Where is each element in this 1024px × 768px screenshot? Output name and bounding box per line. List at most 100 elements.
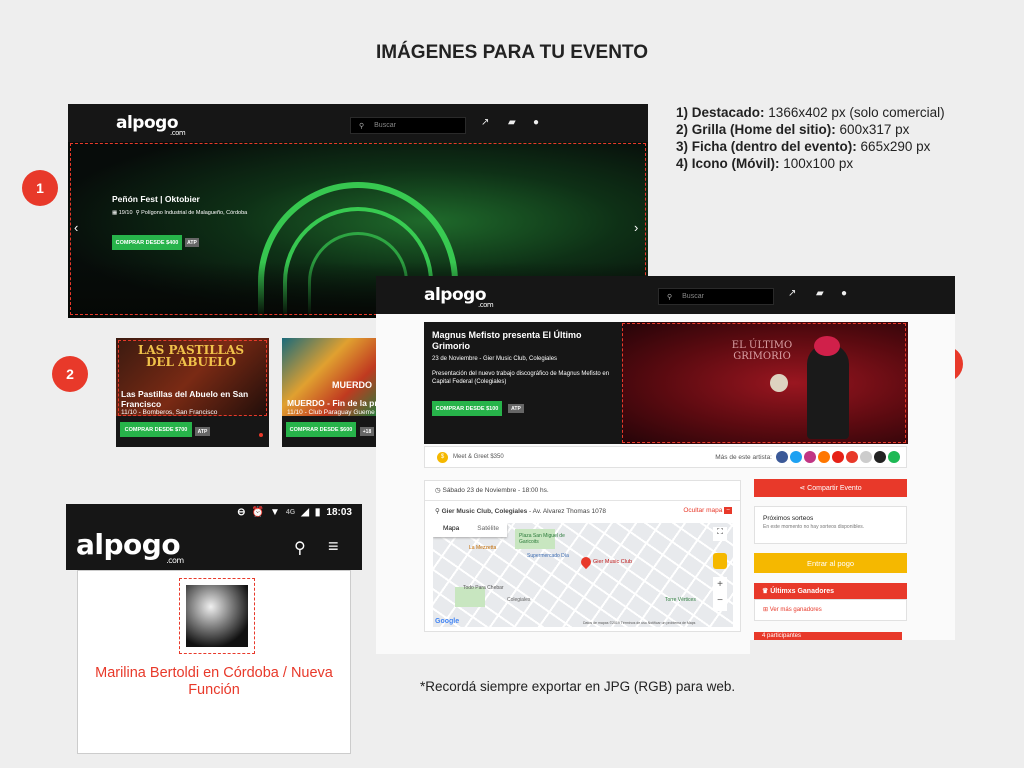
search-input[interactable]: ⚲ Buscar: [350, 117, 466, 134]
dnd-icon: ⊖: [237, 507, 246, 518]
search-icon: ⚲: [667, 293, 673, 301]
status-dot: [259, 433, 263, 437]
participants-title: 4 participantes: [762, 633, 802, 639]
chevron-left-icon[interactable]: ‹: [74, 220, 78, 235]
meet-greet-label[interactable]: Meet & Greet $350: [453, 454, 504, 460]
map-place-label: Colegiales: [507, 597, 531, 603]
event-detail-banner: EL ÚLTIMO GRIMORIO Magnus Mefisto presen…: [424, 322, 908, 444]
fullscreen-icon[interactable]: ⛶: [713, 527, 727, 541]
soundcloud-icon[interactable]: [818, 451, 830, 463]
trending-icon[interactable]: ↗: [788, 288, 796, 299]
more-winners-link[interactable]: ⊞ Ver más ganadores: [763, 606, 822, 613]
tab-satellite[interactable]: Satélite: [469, 523, 507, 537]
date-line: ◷ Sábado 23 de Noviembre - 18:00 hs.: [435, 487, 549, 494]
trophy-icon: ♛: [762, 588, 769, 595]
step-badge-1: 1: [22, 170, 58, 206]
map-footer: Datos de mapas ©2019 Términos de uso Not…: [583, 621, 696, 625]
featured-meta: ▦ 19/10 ⚲ Polígono Industrial de Malague…: [112, 210, 248, 216]
buy-button[interactable]: COMPRAR DESDE $400: [112, 235, 182, 250]
grid-card-subtitle: 11/10 - Bomberos, San Francisco: [121, 409, 218, 416]
buy-button[interactable]: COMPRAR DESDE $100: [432, 401, 502, 416]
help-icon[interactable]: ●: [533, 117, 539, 128]
youtube-icon[interactable]: [832, 451, 844, 463]
map-place-label: Plaza San Miguel de Garicoits: [519, 533, 565, 545]
mobile-header: ⊖ ⏰ ▼ 4G ◢ ▮ 18:03 alpogo .com ⚲ ≡: [66, 504, 362, 570]
coin-icon: $: [437, 451, 448, 463]
twitter-icon[interactable]: [790, 451, 802, 463]
social-icons: [776, 451, 900, 463]
trending-icon[interactable]: ↗: [481, 117, 489, 128]
rating-badge: ATP: [508, 404, 524, 413]
ticket-icon[interactable]: ▰: [508, 117, 516, 128]
web-icon[interactable]: [846, 451, 858, 463]
search-icon: ⚲: [359, 122, 365, 130]
map-place-label: La Mezzetta: [469, 545, 497, 551]
facebook-icon[interactable]: [776, 451, 788, 463]
raffles-text: En este momento no hay sorteos disponibl…: [763, 524, 865, 530]
deezer-icon[interactable]: [874, 451, 886, 463]
google-logo: Google: [435, 618, 460, 625]
page-title: IMÁGENES PARA TU EVENTO: [375, 42, 648, 63]
venue-section: ◷ Sábado 23 de Noviembre - 18:00 hs. ⚲ G…: [424, 480, 741, 632]
map-place-label: Todo Para Chebar: [463, 585, 504, 591]
specs-list: 1) Destacado: 1366x402 px (solo comercia…: [676, 104, 945, 172]
pin-icon: ⚲: [135, 210, 140, 216]
status-bar: ⊖ ⏰ ▼ 4G ◢ ▮ 18:03: [237, 507, 352, 518]
search-input[interactable]: ⚲ Buscar: [658, 288, 774, 305]
detail-date-venue: 23 de Noviembre - Gier Music Club, Coleg…: [432, 356, 558, 362]
alpogo-logo[interactable]: alpogo .com: [76, 528, 184, 565]
more-artist-label: Más de este artista:: [715, 453, 772, 461]
map-type-tabs: Mapa Satélite: [433, 523, 507, 537]
venue-line: ⚲ Gier Music Club, Colegiales - Av. Alva…: [435, 508, 606, 515]
participants-header: 4 participantes: [754, 632, 902, 640]
winners-header: ♛ Últimxs Ganadores: [754, 583, 907, 599]
map[interactable]: Mapa Satélite Plaza San Miguel de Garico…: [433, 523, 733, 627]
share-button[interactable]: ⋖ Compartir Evento: [754, 479, 907, 497]
ticket-icon[interactable]: ▰: [816, 288, 824, 299]
share-icon: ⋖: [799, 485, 806, 492]
spec-item: 2) Grilla (Home del sitio): 600x317 px: [676, 122, 910, 137]
chevron-right-icon[interactable]: ›: [634, 220, 638, 235]
alpogo-logo[interactable]: alpogo .com: [424, 285, 494, 309]
rating-badge: ATP: [185, 238, 199, 247]
grid-card[interactable]: LAS PASTILLAS DEL ABUELO Las Pastillas d…: [116, 338, 269, 447]
hide-map-link[interactable]: Ocultar mapa −: [683, 507, 732, 514]
menu-icon[interactable]: ≡: [328, 536, 339, 557]
pegman-icon[interactable]: [713, 553, 727, 569]
venue-name[interactable]: Gier Music Club, Colegiales: [442, 508, 528, 515]
alarm-icon: ⏰: [251, 507, 264, 518]
buy-button[interactable]: COMPRAR DESDE $700: [120, 422, 192, 437]
alpogo-logo[interactable]: alpogo .com: [116, 113, 186, 137]
detail-event-title: Magnus Mefisto presenta El Último Grimor…: [432, 330, 582, 351]
spec-item: 3) Ficha (dentro del evento): 665x290 px: [676, 139, 931, 154]
rating-badge: ATP: [195, 427, 210, 436]
spec-item: 1) Destacado: 1366x402 px (solo comercia…: [676, 105, 945, 120]
wifi-icon: ▼: [269, 507, 280, 518]
map-place-label: Torre Vértices: [665, 597, 696, 603]
spotify-icon[interactable]: [888, 451, 900, 463]
battery-icon: ▮: [314, 507, 321, 518]
spec-item: 4) Icono (Móvil): 100x100 px: [676, 156, 854, 171]
pin-icon: ⚲: [435, 508, 440, 515]
detail-description: Presentación del nuevo trabajo discográf…: [432, 371, 610, 385]
enter-pogo-button[interactable]: Entrar al pogo: [754, 553, 907, 573]
meet-greet-bar: $ Meet & Greet $350 Más de este artista:: [424, 446, 907, 468]
search-icon[interactable]: ⚲: [294, 538, 306, 558]
signal-icon: ◢: [301, 507, 309, 518]
featured-event-title[interactable]: Peñón Fest | Oktobier: [112, 194, 200, 204]
help-icon[interactable]: ●: [841, 288, 847, 299]
network-label: 4G: [285, 509, 296, 516]
bandcamp-icon[interactable]: [860, 451, 872, 463]
site-header: alpogo .com ⚲ Buscar ↗ ▰ ●: [376, 276, 955, 314]
grid-card[interactable]: MUERDO MUERDO - Fin de la prime 11/10 - …: [282, 338, 376, 447]
buy-button[interactable]: COMPRAR DESDE $600: [286, 422, 356, 437]
minus-icon: −: [724, 507, 732, 514]
mobile-event-title[interactable]: Marilina Bertoldi en Córdoba / Nueva Fun…: [84, 665, 344, 699]
mobile-event-card: Marilina Bertoldi en Córdoba / Nueva Fun…: [77, 570, 351, 754]
tab-map[interactable]: Mapa: [433, 523, 469, 537]
clock-time: 18:03: [326, 507, 352, 518]
site-header: alpogo .com ⚲ Buscar ↗ ▰ ●: [68, 104, 648, 142]
zoom-controls[interactable]: + −: [713, 577, 727, 611]
grid-card-title: Las Pastillas del Abuelo en San Francisc…: [121, 389, 249, 409]
instagram-icon[interactable]: [804, 451, 816, 463]
